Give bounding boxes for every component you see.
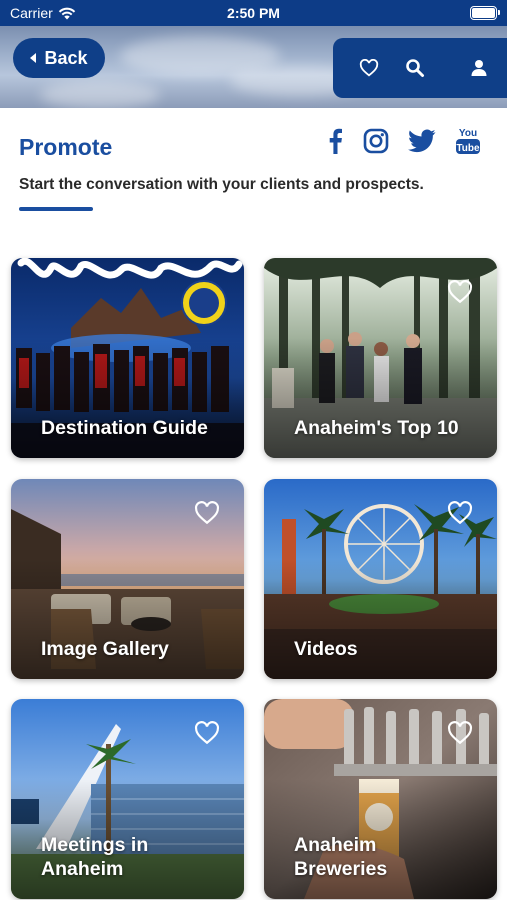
card-title: Meetings in Anaheim bbox=[41, 834, 149, 880]
favorite-heart-icon[interactable] bbox=[447, 280, 473, 304]
search-icon bbox=[406, 59, 424, 77]
page-title: Promote bbox=[19, 134, 113, 160]
card-image-gallery[interactable]: Image Gallery bbox=[11, 479, 244, 679]
page-subtitle: Start the conversation with your clients… bbox=[19, 176, 424, 193]
profile-button[interactable] bbox=[467, 56, 491, 80]
back-label: Back bbox=[44, 47, 88, 68]
card-meetings-in-anaheim[interactable]: Meetings in Anaheim bbox=[11, 699, 244, 899]
favorite-heart-icon[interactable] bbox=[194, 721, 220, 745]
card-destination-guide[interactable]: Destination Guide bbox=[11, 258, 244, 458]
heart-icon bbox=[359, 59, 379, 77]
card-title: Videos bbox=[294, 638, 358, 660]
clock: 2:50 PM bbox=[227, 5, 280, 21]
card-title: Anaheim Breweries bbox=[294, 834, 388, 880]
search-button[interactable] bbox=[403, 56, 427, 80]
instagram-link[interactable] bbox=[361, 126, 391, 156]
chevron-left-icon bbox=[30, 53, 37, 63]
favorite-heart-icon[interactable] bbox=[447, 721, 473, 745]
twitter-link[interactable] bbox=[407, 126, 437, 156]
youtube-icon: You Tube bbox=[456, 128, 480, 154]
card-title: Anaheim's Top 10 bbox=[294, 417, 459, 439]
card-title: Destination Guide bbox=[41, 417, 208, 439]
favorites-button[interactable] bbox=[357, 56, 381, 80]
facebook-link[interactable] bbox=[320, 126, 350, 156]
favorite-heart-icon[interactable] bbox=[194, 501, 220, 525]
header-banner: Back bbox=[0, 26, 507, 108]
favorite-heart-icon[interactable] bbox=[447, 501, 473, 525]
instagram-icon bbox=[363, 128, 389, 154]
card-anaheim-breweries[interactable]: Anaheim Breweries bbox=[264, 699, 497, 899]
status-bar: Carrier 2:50 PM bbox=[0, 0, 507, 26]
header-actions bbox=[333, 38, 507, 98]
back-button[interactable]: Back bbox=[13, 38, 105, 78]
twitter-icon bbox=[408, 129, 436, 153]
svg-text:You: You bbox=[459, 128, 477, 139]
title-underline bbox=[19, 207, 93, 211]
facebook-icon bbox=[329, 128, 342, 154]
user-icon bbox=[471, 60, 487, 76]
card-videos[interactable]: Videos bbox=[264, 479, 497, 679]
svg-text:Tube: Tube bbox=[456, 143, 480, 154]
battery-icon bbox=[470, 6, 500, 20]
card-anaheims-top-10[interactable]: Anaheim's Top 10 bbox=[264, 258, 497, 458]
youtube-link[interactable]: You Tube bbox=[453, 126, 483, 156]
card-title: Image Gallery bbox=[41, 638, 169, 660]
